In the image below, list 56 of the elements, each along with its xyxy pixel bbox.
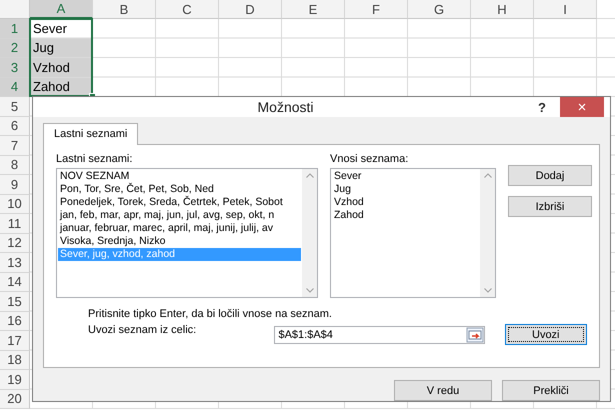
column-header[interactable]: B bbox=[93, 0, 156, 19]
row-header[interactable]: 6 bbox=[0, 116, 30, 136]
column-header[interactable]: H bbox=[471, 0, 534, 19]
row-header[interactable]: 12 bbox=[0, 234, 30, 253]
import-label: Uvozi seznam iz celic: bbox=[88, 324, 198, 336]
help-button[interactable]: ? bbox=[538, 100, 546, 114]
column-header[interactable]: C bbox=[156, 0, 219, 19]
custom-lists-label: Lastni seznami: bbox=[56, 153, 134, 165]
dialog-button[interactable]: V redu bbox=[394, 380, 492, 401]
column-header[interactable]: E bbox=[282, 0, 345, 19]
list-entries-box[interactable]: Sever Jug Vzhod Zahod bbox=[330, 168, 496, 298]
row-header[interactable]: 16 bbox=[0, 312, 30, 331]
entry-line: Jug bbox=[333, 183, 352, 196]
column-header[interactable]: G bbox=[408, 0, 471, 19]
row-header[interactable]: 11 bbox=[0, 214, 30, 234]
hint-text: Pritisnite tipko Enter, da bi ločili vnose na seznam. bbox=[88, 308, 333, 320]
table-cell: Jug bbox=[30, 38, 93, 58]
column-header[interactable]: D bbox=[219, 0, 282, 19]
dialog-title: Možnosti bbox=[256, 99, 315, 115]
row-header[interactable]: 17 bbox=[0, 331, 30, 350]
entry-line: Sever bbox=[333, 170, 362, 183]
row-header[interactable]: 9 bbox=[0, 175, 30, 194]
list-item[interactable]: Pon, Tor, Sre, Čet, Pet, Sob, Ned bbox=[58, 183, 301, 196]
row-header[interactable]: 5 bbox=[0, 97, 30, 116]
row-header[interactable]: 8 bbox=[0, 156, 30, 175]
close-button[interactable]: × bbox=[560, 97, 604, 117]
row-header[interactable]: 3 bbox=[0, 58, 30, 78]
side-button[interactable]: Dodaj bbox=[508, 165, 592, 186]
entry-line: Zahod bbox=[333, 209, 365, 222]
tab[interactable]: Lastni seznami bbox=[43, 123, 138, 145]
side-button[interactable]: Izbriši bbox=[508, 196, 592, 217]
list-item[interactable]: Visoka, Srednja, Nizko bbox=[58, 235, 301, 248]
list-item[interactable]: januar, februar, marec, april, maj, junij, julij, av bbox=[58, 222, 301, 235]
column-header[interactable]: A bbox=[30, 0, 93, 19]
row-header[interactable]: 15 bbox=[0, 292, 30, 312]
row-header[interactable]: 10 bbox=[0, 194, 30, 214]
row-header[interactable]: 1 bbox=[0, 19, 30, 38]
table-cell: Vzhod bbox=[30, 58, 93, 78]
range-field[interactable]: $A$1:$A$4 bbox=[274, 326, 485, 344]
row-header[interactable]: 2 bbox=[0, 38, 30, 58]
list-item[interactable]: Ponedeljek, Torek, Sreda, Četrtek, Petek, Sobot bbox=[58, 196, 301, 209]
row-header[interactable]: 4 bbox=[0, 78, 30, 97]
entry-line: Vzhod bbox=[333, 196, 365, 209]
row-header[interactable]: 19 bbox=[0, 370, 30, 390]
column-header[interactable]: F bbox=[345, 0, 408, 19]
list-entries-label: Vnosi seznama: bbox=[330, 153, 410, 165]
row-header[interactable]: 7 bbox=[0, 136, 30, 156]
row-header[interactable]: 13 bbox=[0, 253, 30, 272]
row-header[interactable]: 18 bbox=[0, 350, 30, 370]
row-header[interactable]: 14 bbox=[0, 272, 30, 292]
column-header[interactable]: I bbox=[534, 0, 597, 19]
dialog-button[interactable]: Prekliči bbox=[502, 380, 600, 401]
list-item[interactable]: jan, feb, mar, apr, maj, jun, jul, avg, sep, okt, n bbox=[58, 209, 301, 222]
row-header[interactable]: 20 bbox=[0, 390, 30, 409]
list-item[interactable]: NOV SEZNAM bbox=[58, 170, 301, 183]
import-button[interactable]: Uvozi bbox=[504, 324, 587, 345]
